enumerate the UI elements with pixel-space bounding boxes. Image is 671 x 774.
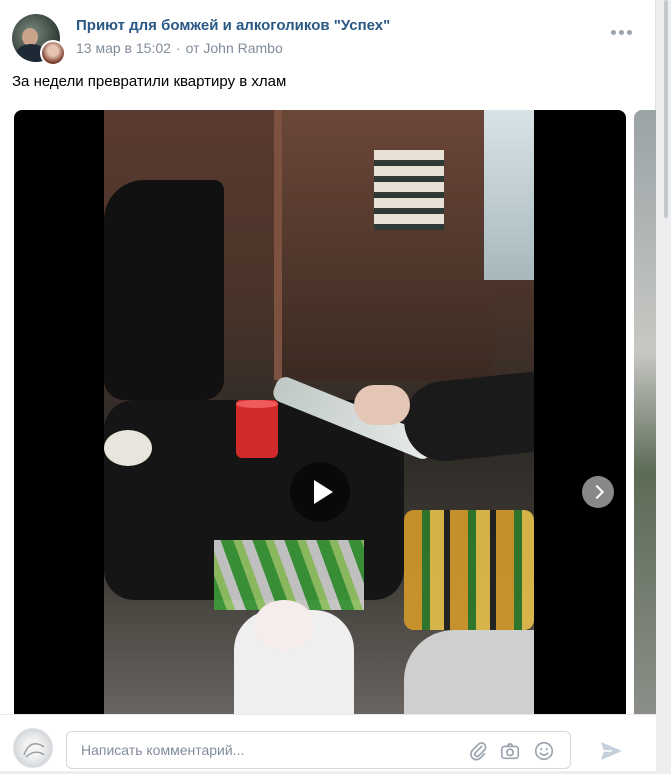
comment-input[interactable] xyxy=(66,731,571,769)
smile-icon[interactable] xyxy=(533,740,555,762)
send-icon[interactable] xyxy=(598,738,624,764)
chevron-right-icon[interactable] xyxy=(582,476,614,508)
meta-separator: · xyxy=(175,40,181,56)
post-date[interactable]: 13 мар в 15:02 xyxy=(76,40,171,56)
author-avatar[interactable] xyxy=(40,40,66,66)
post-author[interactable]: от John Rambo xyxy=(186,40,283,56)
post-card: Приют для бомжей и алкоголиков "Успех" 1… xyxy=(0,0,656,771)
user-avatar xyxy=(13,728,53,768)
more-dots-icon[interactable] xyxy=(611,30,633,38)
group-name-link[interactable]: Приют для бомжей и алкоголиков "Успех" xyxy=(76,17,390,34)
post-meta: 13 мар в 15:02 · от John Rambo xyxy=(76,40,283,56)
comment-bar xyxy=(0,714,656,771)
next-media-preview[interactable] xyxy=(634,110,656,714)
play-icon[interactable] xyxy=(290,462,350,522)
camera-icon[interactable] xyxy=(499,740,521,762)
paperclip-icon[interactable] xyxy=(467,740,489,762)
video-thumbnail[interactable] xyxy=(104,110,534,714)
video-carousel[interactable] xyxy=(14,110,626,714)
post-header: Приют для бомжей и алкоголиков "Успех" 1… xyxy=(12,12,635,66)
post-text: За недели превратили квартиру в хлам xyxy=(12,73,287,90)
scrollbar[interactable] xyxy=(664,0,668,218)
